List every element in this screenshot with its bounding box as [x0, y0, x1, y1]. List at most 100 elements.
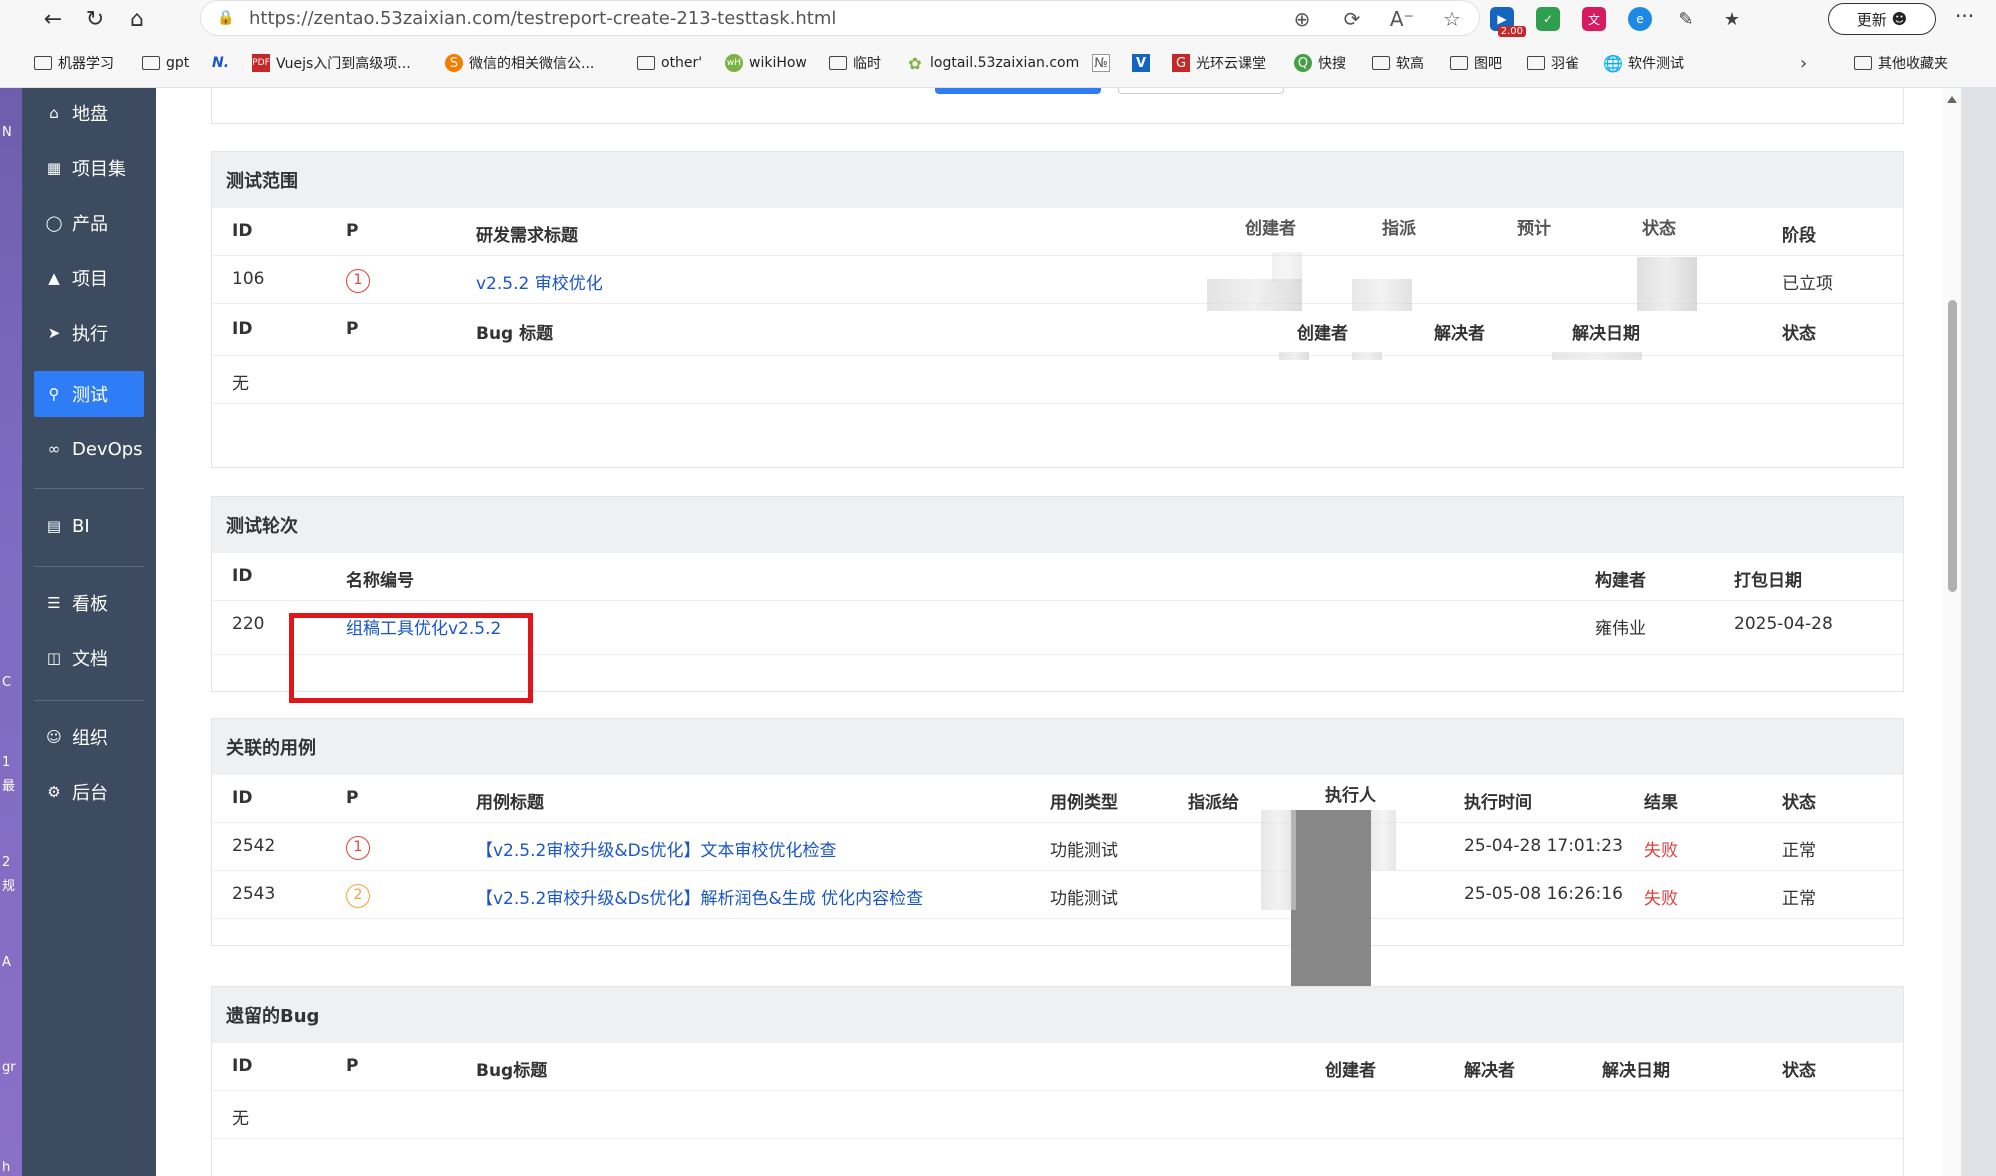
- priority-badge: 2: [346, 884, 370, 908]
- globe-icon: 🌐: [1603, 53, 1623, 73]
- reload-icon[interactable]: ↻: [74, 0, 116, 38]
- sidebar-item-project[interactable]: ▲ 项目: [34, 255, 144, 301]
- translate-extension-icon[interactable]: 文: [1582, 7, 1606, 31]
- run-icon: ➤: [47, 324, 61, 342]
- bookmark-item[interactable]: PDF Vuejs入门到高级项...: [252, 52, 411, 74]
- bookmark-item[interactable]: 其他收藏夹: [1854, 52, 1948, 74]
- bookmark-item[interactable]: ✿ logtail.53zaixian.com: [906, 52, 1079, 74]
- col-story-title[interactable]: 研发需求标题: [476, 221, 578, 246]
- update-button[interactable]: 更新 ☻: [1828, 3, 1936, 35]
- panel-title: 遗留的Bug: [212, 987, 1903, 1043]
- case-title-link[interactable]: 【v2.5.2审校升级&Ds优化】文本审校优化检查: [476, 836, 837, 861]
- panel-title: 测试范围: [212, 152, 1903, 208]
- sidebar-item-devops[interactable]: ∞ DevOps: [34, 426, 144, 472]
- flag-extension-icon[interactable]: ▶ 2.00: [1490, 7, 1526, 37]
- sidebar-item-program[interactable]: ▦ 项目集: [34, 145, 144, 191]
- col-resolver: 解决者: [1434, 324, 1485, 344]
- scrollbar-thumb[interactable]: [1948, 300, 1957, 592]
- star-icon[interactable]: ☆: [1437, 7, 1467, 31]
- sidebar-item-test[interactable]: ⚲ 测试: [34, 371, 144, 417]
- favorites-icon[interactable]: ★: [1720, 7, 1744, 31]
- sidebar-item-org[interactable]: ☺ 组织: [34, 714, 144, 760]
- bookmark-item[interactable]: 软高: [1372, 52, 1424, 74]
- col-case-type: 用例类型: [1050, 793, 1118, 813]
- search-icon: ⚲: [48, 385, 60, 403]
- col-priority: P: [346, 319, 359, 339]
- bookmark-item[interactable]: gpt: [142, 52, 189, 74]
- sidebar-item-product[interactable]: ◯ 产品: [34, 200, 144, 246]
- read-aloud-icon[interactable]: A⁻: [1387, 7, 1417, 31]
- sidebar-item-bi[interactable]: ▤ BI: [34, 503, 144, 549]
- story-title-link[interactable]: v2.5.2 审校优化: [476, 269, 603, 294]
- scroll-up-icon[interactable]: [1947, 96, 1957, 103]
- page-scrollbar[interactable]: [1943, 88, 1961, 1176]
- browser-extension-icon[interactable]: e: [1628, 7, 1652, 31]
- col-id: ID: [232, 319, 253, 339]
- priority-badge: 1: [346, 836, 370, 860]
- table-row: 2542 1 【v2.5.2审校升级&Ds优化】文本审校优化检查 功能测试 25…: [212, 823, 1903, 871]
- refresh-circle-icon[interactable]: ⟳: [1337, 7, 1367, 31]
- bulb-icon: ◯: [45, 214, 63, 232]
- zoom-icon[interactable]: ⊕: [1287, 7, 1317, 31]
- secondary-button-edge[interactable]: [1118, 88, 1284, 94]
- panel-linked-cases: 关联的用例 ID P 用例标题 用例类型 指派给 执行人 执行时间 结果 状态 …: [211, 718, 1904, 946]
- folder-icon: [637, 56, 655, 70]
- v-logo-icon[interactable]: V: [1132, 52, 1156, 74]
- browser-window: N C 1 最 2 规 A gr h ← ↻ ⌂ 🔒 https://zenta…: [0, 0, 1996, 1176]
- browser-toolbar: ← ↻ ⌂ 🔒 https://zentao.53zaixian.com/tes…: [0, 0, 1996, 38]
- home-icon[interactable]: ⌂: [116, 0, 158, 38]
- n-logo-icon[interactable]: N.: [212, 52, 229, 74]
- bookmark-item[interactable]: 羽雀: [1527, 52, 1579, 74]
- sidebar-item-home[interactable]: ⌂ 地盘: [34, 90, 144, 136]
- chevron-right-icon[interactable]: ›: [1800, 52, 1807, 74]
- bookmark-item[interactable]: 机器学习: [34, 52, 114, 74]
- bookmark-item[interactable]: wH wikiHow: [725, 52, 807, 74]
- highlight-annotation-box: [289, 613, 533, 703]
- leaf-icon: ✿: [908, 53, 922, 73]
- col-id: ID: [232, 566, 253, 586]
- puzzle-icon[interactable]: ✎: [1674, 7, 1698, 31]
- address-bar[interactable]: 🔒 https://zentao.53zaixian.com/testrepor…: [200, 0, 1480, 36]
- redaction-blur: [1291, 810, 1371, 993]
- bookmark-item[interactable]: G 光环云课堂: [1172, 52, 1266, 74]
- grid-icon: ▦: [46, 159, 62, 177]
- sidebar-item-doc[interactable]: ◫ 文档: [34, 635, 144, 681]
- panel-legacy-bugs: 遗留的Bug ID P Bug标题 创建者 解决者 解决日期 状态 无: [211, 986, 1904, 1176]
- col-stage: 阶段: [1782, 226, 1816, 246]
- case-type: 功能测试: [1050, 889, 1118, 909]
- more-menu-icon[interactable]: ···: [1955, 4, 1974, 28]
- bookmark-item[interactable]: 🌐 软件测试: [1603, 52, 1684, 74]
- bookmark-item[interactable]: 图吧: [1450, 52, 1502, 74]
- sidebar-item-kanban[interactable]: ☰ 看板: [34, 580, 144, 626]
- infinity-icon: ∞: [47, 440, 61, 458]
- bookmark-item[interactable]: other': [637, 52, 702, 74]
- primary-button-edge[interactable]: [935, 88, 1101, 94]
- desktop-text: 1: [2, 755, 11, 770]
- case-result: 失败: [1644, 889, 1678, 909]
- main-content: 测试范围 ID P 研发需求标题 创建者 指派 预计 状态 阶段 106 1 v…: [156, 88, 1961, 1176]
- s-logo-icon: S: [445, 54, 463, 72]
- sidebar-divider: [34, 700, 144, 701]
- board-icon: ☰: [47, 594, 61, 612]
- red-logo-icon: G: [1172, 54, 1190, 72]
- rocket-icon: ▲: [48, 269, 60, 287]
- shield-extension-icon[interactable]: ✓: [1536, 7, 1560, 31]
- back-icon[interactable]: ←: [32, 0, 74, 38]
- q-logo-icon: Q: [1294, 54, 1312, 72]
- table-header-row: ID P Bug 标题 创建者 解决者 解决日期 状态: [212, 304, 1903, 356]
- case-title-link[interactable]: 【v2.5.2审校升级&Ds优化】解析润色&生成 优化内容检查: [476, 884, 923, 909]
- bookmark-item[interactable]: S 微信的相关微信公...: [445, 52, 594, 74]
- desktop-text: 规: [2, 879, 16, 894]
- bookmark-item[interactable]: 临时: [829, 52, 881, 74]
- redaction-blur: [1371, 810, 1396, 870]
- sidebar-item-execution[interactable]: ➤ 执行: [34, 310, 144, 356]
- bookmark-item[interactable]: Q 快搜: [1294, 52, 1346, 74]
- desktop-text: C: [2, 675, 12, 690]
- sidebar-divider: [34, 488, 144, 489]
- desktop-text: 最: [2, 779, 16, 794]
- extensions-bar: ▶ 2.00 ✓ 文 e ✎ ★: [1490, 0, 1744, 38]
- desktop-background-strip: N C 1 最 2 规 A gr h: [0, 0, 22, 1176]
- page-icon[interactable]: №: [1092, 52, 1116, 74]
- sidebar-item-admin[interactable]: ⚙ 后台: [34, 769, 144, 815]
- case-id: 2542: [232, 836, 276, 856]
